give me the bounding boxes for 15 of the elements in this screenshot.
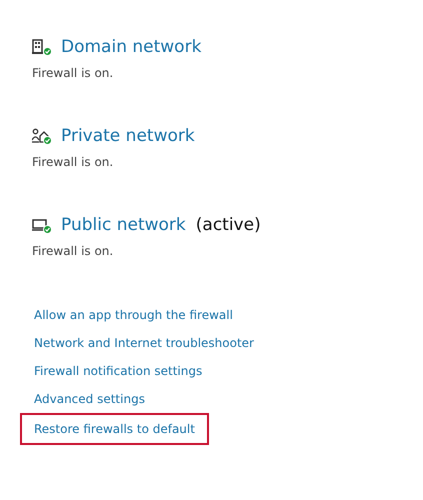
network-link[interactable]: Public network [61,215,186,235]
settings-link[interactable]: Firewall notification settings [34,364,202,378]
settings-link[interactable]: Network and Internet troubleshooter [34,336,254,350]
settings-link[interactable]: Advanced settings [34,392,145,406]
network-status-icon [32,38,52,56]
settings-link[interactable]: Allow an app through the firewall [34,308,233,322]
network-note: (active) [196,215,261,235]
network-status-icon [32,216,52,234]
network-link[interactable]: Private network [61,126,195,146]
network-status-icon [32,128,52,144]
firewall-status: Firewall is on. [32,66,114,80]
network-link[interactable]: Domain network [61,37,202,57]
firewall-status: Firewall is on. [32,244,114,258]
settings-link[interactable]: Restore firewalls to default [34,422,195,436]
firewall-status: Firewall is on. [32,155,114,169]
